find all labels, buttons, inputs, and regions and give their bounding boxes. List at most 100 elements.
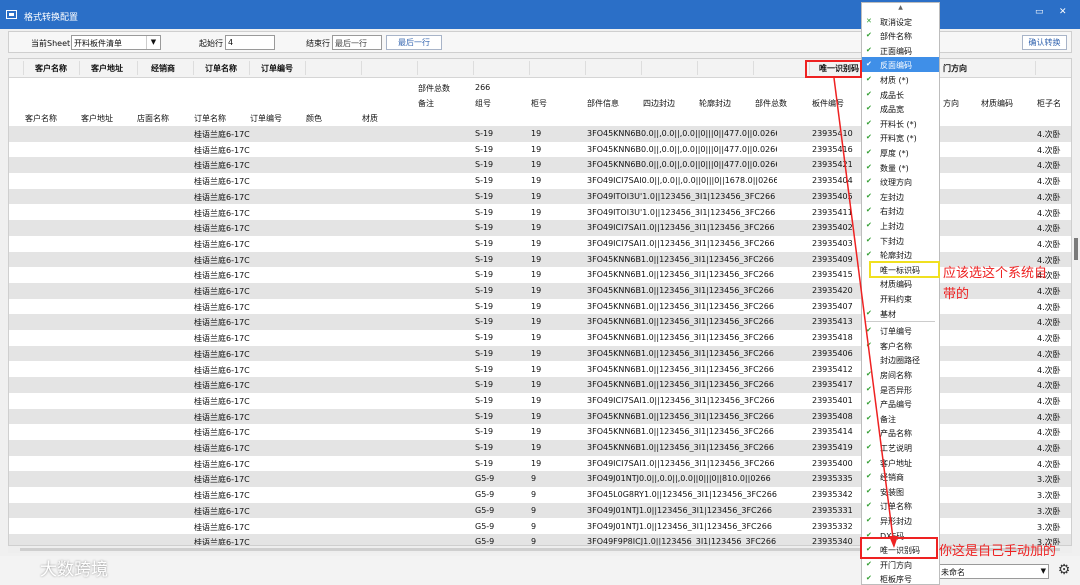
scroll-up-icon[interactable]: ▲ [862, 3, 939, 13]
column-mapping-menu: ▲ ✕ 取消设定 ✔ 部件名称 ✔ 正面编码 ✔ 反面编码 ✔ 材质 (*) ✔ 成品长 ✔ 成品宽 ✔ 开料… [861, 2, 940, 585]
menu-item[interactable]: ✔ 开料宽 (*) [862, 130, 939, 145]
gear-icon[interactable]: ⚙ [1055, 561, 1073, 579]
cell-group: S-19 [475, 317, 494, 327]
cell-order-name: 桂语兰庭6-17C [194, 396, 250, 406]
cell-group: G5-9 [475, 505, 495, 515]
restore-button[interactable]: ▭ [1035, 7, 1044, 17]
check-icon: ✔ [866, 501, 872, 510]
cell-group: S-19 [475, 286, 494, 295]
menu-item[interactable]: ✔ 经销商 [862, 469, 939, 484]
sheet-select[interactable]: 开料板件清单 ▼ [71, 35, 161, 50]
menu-item[interactable]: ✔ 部件名称 [862, 28, 939, 43]
column-separator [753, 61, 754, 75]
cell-board-code: 23935402 [812, 223, 853, 233]
menu-item[interactable]: ✔ 客户地址 [862, 455, 939, 470]
menu-item[interactable]: 封边圈路径 [862, 352, 939, 367]
menu-item-label: 成品长 [880, 90, 904, 100]
cell-board-code: 23935417 [812, 380, 853, 390]
menu-item-label: 备注 [880, 414, 896, 424]
menu-item[interactable]: ✔ 反面编码 [862, 57, 939, 72]
cell-cabinet: 19 [531, 411, 542, 421]
column-header[interactable]: 订单编号 [261, 63, 293, 74]
info-cell: 订单编号 [250, 114, 282, 123]
cell-group: S-19 [475, 333, 494, 343]
check-icon: ✔ [866, 60, 872, 69]
start-row-input[interactable]: 4 [225, 35, 275, 50]
menu-item-label: 安装图 [880, 487, 904, 497]
column-header[interactable]: 客户名称 [35, 63, 67, 74]
menu-item[interactable]: ✔ 备注 [862, 411, 939, 426]
menu-item[interactable]: ✔ 柜板序号 [862, 571, 939, 584]
menu-item-label: 材质 (*) [880, 75, 909, 85]
menu-item[interactable]: ✔ 工艺说明 [862, 440, 939, 455]
menu-item[interactable]: ✕ 取消设定 [862, 14, 939, 29]
cell-cabinet: 19 [531, 317, 542, 327]
menu-item[interactable]: ✔ 产品编号 [862, 396, 939, 411]
cell-cabinet: 19 [531, 191, 542, 201]
menu-item[interactable]: ✔ 房间名称 [862, 367, 939, 382]
cell-part-info: 3FO49ICI7SAI1.0||123456_3I1|123456_3FC26… [587, 223, 775, 233]
vertical-scrollbar[interactable] [1073, 58, 1079, 546]
menu-item[interactable]: 开料约束 [862, 291, 939, 306]
menu-item[interactable]: ✔ 厚度 (*) [862, 145, 939, 160]
menu-item-label: 轮廓封边 [880, 251, 912, 261]
cell-order-name: 桂语兰庭6-17C [194, 161, 250, 171]
menu-item[interactable]: ✔ 开料长 (*) [862, 116, 939, 131]
cell-group: S-19 [475, 207, 494, 217]
close-icon: ✕ [866, 16, 872, 25]
menu-item[interactable]: ✔ 下封边 [862, 233, 939, 248]
column-header[interactable]: 经销商 [151, 63, 175, 74]
template-select[interactable]: 未命名 ▼ [937, 564, 1049, 579]
menu-item[interactable]: ✔ 是否异形 [862, 382, 939, 397]
menu-item[interactable]: ✔ 上封边 [862, 218, 939, 233]
menu-item[interactable]: ✔ 订单名称 [862, 498, 939, 513]
column-separator [473, 61, 474, 75]
cell-part-info: 3FO45KNN6B1.0||123456_3I1|123456_3FC266 [587, 348, 774, 358]
confirm-convert-button[interactable]: 确认转换 [1022, 35, 1067, 50]
cell-cabinet-name: 4.次卧 [1037, 145, 1061, 155]
menu-item[interactable]: ✔ 基材 [862, 306, 939, 321]
cell-order-name: 桂语兰庭6-17C [194, 318, 250, 328]
menu-item[interactable]: ✔ 订单编号 [862, 323, 939, 338]
cell-order-name: 桂语兰庭6-17C [194, 538, 250, 546]
menu-item[interactable]: ✔ 产品名称 [862, 425, 939, 440]
last-row-button[interactable]: 最后一行 [386, 35, 442, 50]
column-separator [249, 61, 250, 75]
menu-item[interactable]: ✔ 成品长 [862, 87, 939, 102]
menu-item-label: 上封边 [880, 221, 904, 231]
cell-group: S-19 [475, 348, 494, 358]
end-row-input[interactable]: 最后一行 [332, 35, 382, 50]
check-icon: ✔ [866, 472, 872, 481]
cell-cabinet: 9 [531, 490, 537, 500]
menu-item[interactable]: ✔ 数量 (*) [862, 160, 939, 175]
close-button[interactable]: ✕ [1059, 7, 1067, 17]
vertical-scroll-thumb[interactable] [1074, 238, 1078, 260]
menu-item[interactable]: ✔ 材质 (*) [862, 72, 939, 87]
cell-part-info: 3FO45KNN6B1.0||123456_3I1|123456_3FC266 [587, 270, 774, 280]
menu-item[interactable]: ✔ 左封边 [862, 189, 939, 204]
menu-item[interactable]: ✔ 正面编码 [862, 43, 939, 58]
menu-item[interactable]: ✔ 纹理方向 [862, 174, 939, 189]
cell-group: S-19 [475, 144, 494, 154]
menu-item[interactable]: ✔ 右封边 [862, 203, 939, 218]
column-header[interactable]: 门方向 [943, 63, 967, 74]
cell-cabinet: 19 [531, 286, 542, 295]
check-icon: ✔ [866, 191, 872, 200]
menu-item[interactable]: ✔ 安装图 [862, 484, 939, 499]
check-icon: ✔ [866, 206, 872, 215]
cell-order-name: 桂语兰庭6-17C [194, 177, 250, 187]
menu-item[interactable]: 材质编码 [862, 276, 939, 291]
menu-item[interactable]: ✔ 轮廓封边 [862, 247, 939, 262]
menu-item[interactable]: ✔ 异形封边 [862, 513, 939, 528]
column-header[interactable]: 客户地址 [91, 63, 123, 74]
cell-group: S-19 [475, 176, 494, 186]
column-separator [417, 61, 418, 75]
menu-item[interactable]: ✔ 客户名称 [862, 338, 939, 353]
info-cell: 材质 [362, 114, 378, 123]
column-separator [585, 61, 586, 75]
cell-group: S-19 [475, 270, 494, 280]
column-header[interactable]: 订单名称 [205, 63, 237, 74]
cell-board-code: 23935421 [812, 160, 853, 170]
menu-item[interactable]: ✔ 成品宽 [862, 101, 939, 116]
cell-part-info: 3FO45KNN6B0.0||,0.0||,0.0||0|||0||477.0|… [587, 160, 777, 170]
